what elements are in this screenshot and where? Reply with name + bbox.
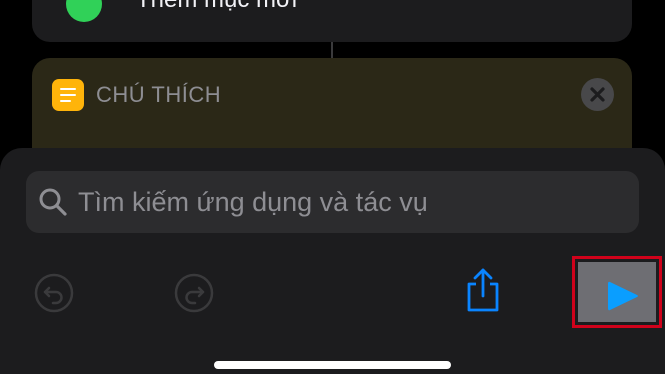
redo-button[interactable] <box>173 272 215 319</box>
screen: Thêm mục mới CHÚ THÍCH <box>0 0 665 374</box>
search-input[interactable] <box>78 187 628 218</box>
undo-icon <box>34 273 74 313</box>
connector-line <box>331 42 333 58</box>
close-button[interactable] <box>581 78 614 111</box>
share-button[interactable] <box>464 266 502 319</box>
add-item-card[interactable]: Thêm mục mới <box>32 0 632 42</box>
comment-title: CHÚ THÍCH <box>96 82 222 107</box>
plus-circle-icon <box>66 0 102 22</box>
close-icon <box>590 87 605 102</box>
share-icon <box>467 268 499 312</box>
search-bar[interactable] <box>26 171 639 233</box>
search-icon <box>39 188 67 216</box>
redo-icon <box>174 273 214 313</box>
play-button[interactable] <box>578 262 656 322</box>
home-indicator[interactable] <box>214 361 451 369</box>
add-item-label: Thêm mục mới <box>136 0 297 14</box>
play-icon <box>608 281 638 311</box>
undo-button[interactable] <box>33 272 75 319</box>
toolbar <box>0 256 665 374</box>
comment-lines-icon <box>52 79 84 111</box>
run-shortcut-highlight[interactable] <box>572 256 662 328</box>
